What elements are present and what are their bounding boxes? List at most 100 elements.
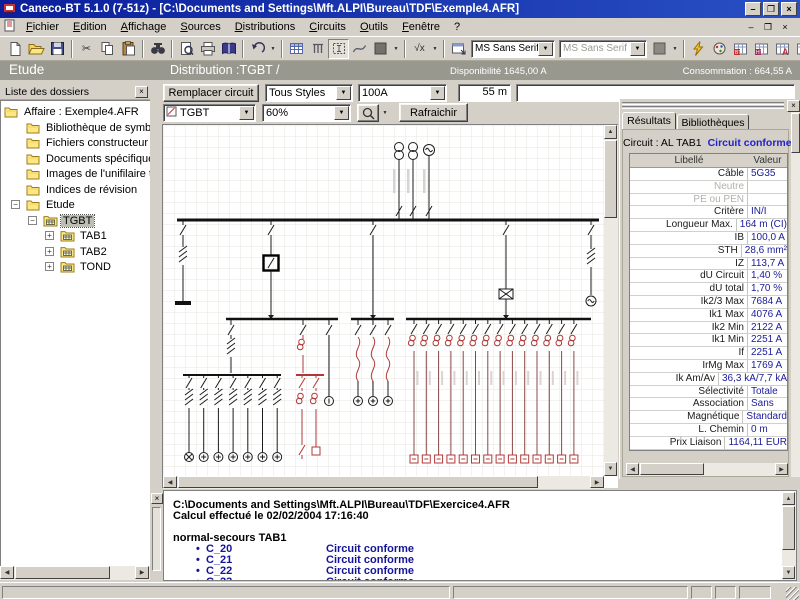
result-row[interactable]: Ik1 Max4076 A xyxy=(630,309,787,322)
scroll-up-icon[interactable]: ▲ xyxy=(604,125,617,139)
menu-affichage[interactable]: Affichage xyxy=(114,19,174,35)
bt-table-icon-1[interactable]: BT xyxy=(730,39,751,59)
one-line-diagram-canvas[interactable]: ▲ ▼ ◀ ▶ xyxy=(162,124,618,488)
scroll-left-icon[interactable]: ◀ xyxy=(626,463,639,475)
formula-dropdown[interactable]: ▼ xyxy=(430,39,440,59)
log-body[interactable]: C:\Documents and Settings\Mft.ALPI\Burea… xyxy=(163,490,797,581)
result-row[interactable]: PE ou PEN xyxy=(630,194,787,207)
menu-outils[interactable]: Outils xyxy=(353,19,395,35)
table-grid-button[interactable] xyxy=(286,39,307,59)
chevron-down-icon[interactable]: ▼ xyxy=(336,86,351,100)
sidebar-hscrollbar[interactable]: ◀ ▶ xyxy=(0,566,150,580)
tree-expander-icon[interactable]: + xyxy=(45,247,54,256)
child-window-icon[interactable] xyxy=(3,19,16,35)
tree-item-indices-de-r-vision[interactable]: Indices de révision xyxy=(1,183,150,198)
result-row[interactable]: STH28,6 mm² xyxy=(630,245,787,258)
result-row[interactable]: MagnétiqueStandard xyxy=(630,411,787,424)
fill-color-button[interactable] xyxy=(370,39,391,59)
copy-button[interactable] xyxy=(97,39,118,59)
font-select[interactable]: MS Sans Serif▼ xyxy=(471,40,555,58)
child-close-button[interactable]: × xyxy=(778,22,792,33)
results-vscrollbar[interactable] xyxy=(791,112,800,477)
tree-expander-icon[interactable]: − xyxy=(11,200,20,209)
diagram-vscrollbar[interactable]: ▲ ▼ xyxy=(604,125,618,476)
resize-grip[interactable] xyxy=(786,587,799,600)
result-row[interactable]: Ik Am/Av36,3 kA/7,7 kA xyxy=(630,373,787,386)
scroll-right-icon[interactable]: ▶ xyxy=(775,463,788,475)
fill-color-dropdown[interactable]: ▼ xyxy=(391,39,401,59)
tab-bibliotheques[interactable]: Bibliothèques xyxy=(677,114,749,130)
results-table[interactable]: LibelléValeurCâble5G35NeutrePE ou PENCri… xyxy=(629,153,788,451)
new-button[interactable] xyxy=(5,39,26,59)
scroll-down-icon[interactable]: ▼ xyxy=(604,462,617,476)
menu-fichier[interactable]: Fichier xyxy=(19,19,66,35)
insert-window-button[interactable] xyxy=(448,39,469,59)
tree-item-images-de-l-unifilaire-tableau[interactable]: Images de l'unifilaire tableau xyxy=(1,167,150,182)
tree-item-tab1[interactable]: +TAB1 xyxy=(1,229,150,244)
result-row[interactable]: Ik1 Min2251 A xyxy=(630,334,787,347)
result-row[interactable]: Neutre xyxy=(630,181,787,194)
menu-distributions[interactable]: Distributions xyxy=(228,19,303,35)
tree-item-tab2[interactable]: +TAB2 xyxy=(1,245,150,260)
result-row[interactable]: Ik2 Min2122 A xyxy=(630,322,787,335)
tree-expander-icon[interactable]: − xyxy=(28,216,37,225)
result-row[interactable]: AssociationSans xyxy=(630,398,787,411)
results-hscrollbar[interactable]: ◀ ▶ xyxy=(626,463,788,476)
results-panel-close-icon[interactable]: × xyxy=(787,100,800,112)
close-button[interactable]: × xyxy=(781,2,797,16)
menu-sources[interactable]: Sources xyxy=(173,19,227,35)
tree-item-affaire-exemple4-afr[interactable]: Affaire : Exemple4.AFR xyxy=(1,105,150,120)
chevron-down-icon[interactable]: ▼ xyxy=(538,42,553,56)
curve-button[interactable] xyxy=(349,39,370,59)
log-vscrollbar[interactable]: ▲ ▼ xyxy=(782,492,796,580)
log-close-icon[interactable]: × xyxy=(151,493,163,504)
bt-table-icon-3[interactable]: A xyxy=(772,39,793,59)
print-preview-button[interactable] xyxy=(176,39,197,59)
result-row[interactable]: Longueur Max.164 m (CI) xyxy=(630,219,787,232)
child-restore-button[interactable]: ❐ xyxy=(761,22,775,33)
menu-?[interactable]: ? xyxy=(447,19,467,35)
book-button[interactable] xyxy=(218,39,239,59)
bt-table-icon-2[interactable]: HT xyxy=(751,39,772,59)
menu-circuits[interactable]: Circuits xyxy=(302,19,353,35)
tree-item-tgbt[interactable]: −TGBT xyxy=(1,214,150,229)
tree-item-documents-sp-cifiques-l-af[interactable]: Documents spécifiques à l'af xyxy=(1,152,150,167)
print-button[interactable] xyxy=(197,39,218,59)
zoom-tool-button[interactable] xyxy=(357,104,379,122)
result-row[interactable]: L. Chemin0 m xyxy=(630,424,787,437)
result-row[interactable]: CritèreIN/I xyxy=(630,206,787,219)
maximize-button[interactable]: ❐ xyxy=(763,2,779,16)
diagram-hscrollbar[interactable]: ◀ ▶ xyxy=(163,476,604,489)
open-button[interactable] xyxy=(26,39,47,59)
scroll-right-icon[interactable]: ▶ xyxy=(135,566,149,579)
cut-button[interactable]: ✂ xyxy=(76,39,97,59)
tree-item-fichiers-constructeur[interactable]: Fichiers constructeur xyxy=(1,136,150,151)
refresh-button[interactable]: Rafraichir xyxy=(399,103,468,122)
result-row[interactable]: dU Circuit1,40 % xyxy=(630,270,787,283)
menu-fentre[interactable]: Fenêtre xyxy=(395,19,447,35)
result-row[interactable]: If2251 A xyxy=(630,347,787,360)
board-select[interactable]: TGBT▼ xyxy=(163,104,256,122)
bt-table-icon-4[interactable] xyxy=(793,39,800,59)
result-row[interactable]: Câble5G35 xyxy=(630,168,787,181)
zoom-select[interactable]: 60%▼ xyxy=(262,104,351,122)
result-row[interactable]: Prix Liaison1164,11 EUR xyxy=(630,437,787,450)
result-row[interactable]: Ik2/3 Max7684 A xyxy=(630,296,787,309)
calculate-icon[interactable] xyxy=(688,39,709,59)
result-row[interactable]: IZ113,7 A xyxy=(630,258,787,271)
tree-item-etude[interactable]: −Etude xyxy=(1,198,150,213)
menu-edition[interactable]: Edition xyxy=(66,19,114,35)
sidebar-close-icon[interactable]: × xyxy=(135,86,148,98)
result-row[interactable]: dU total1,70 % xyxy=(630,283,787,296)
text-color-button[interactable] xyxy=(649,39,670,59)
text-frame-button[interactable] xyxy=(328,39,349,59)
scroll-left-icon[interactable]: ◀ xyxy=(0,566,14,579)
text-color-dropdown[interactable]: ▼ xyxy=(670,39,680,59)
chevron-down-icon[interactable]: ▼ xyxy=(630,42,645,56)
scroll-right-icon[interactable]: ▶ xyxy=(590,476,604,488)
tree-item-tond[interactable]: +TOND xyxy=(1,260,150,275)
scroll-left-icon[interactable]: ◀ xyxy=(163,476,177,488)
save-button[interactable] xyxy=(47,39,68,59)
scroll-up-icon[interactable]: ▲ xyxy=(782,492,795,505)
chevron-down-icon[interactable]: ▼ xyxy=(430,86,445,100)
